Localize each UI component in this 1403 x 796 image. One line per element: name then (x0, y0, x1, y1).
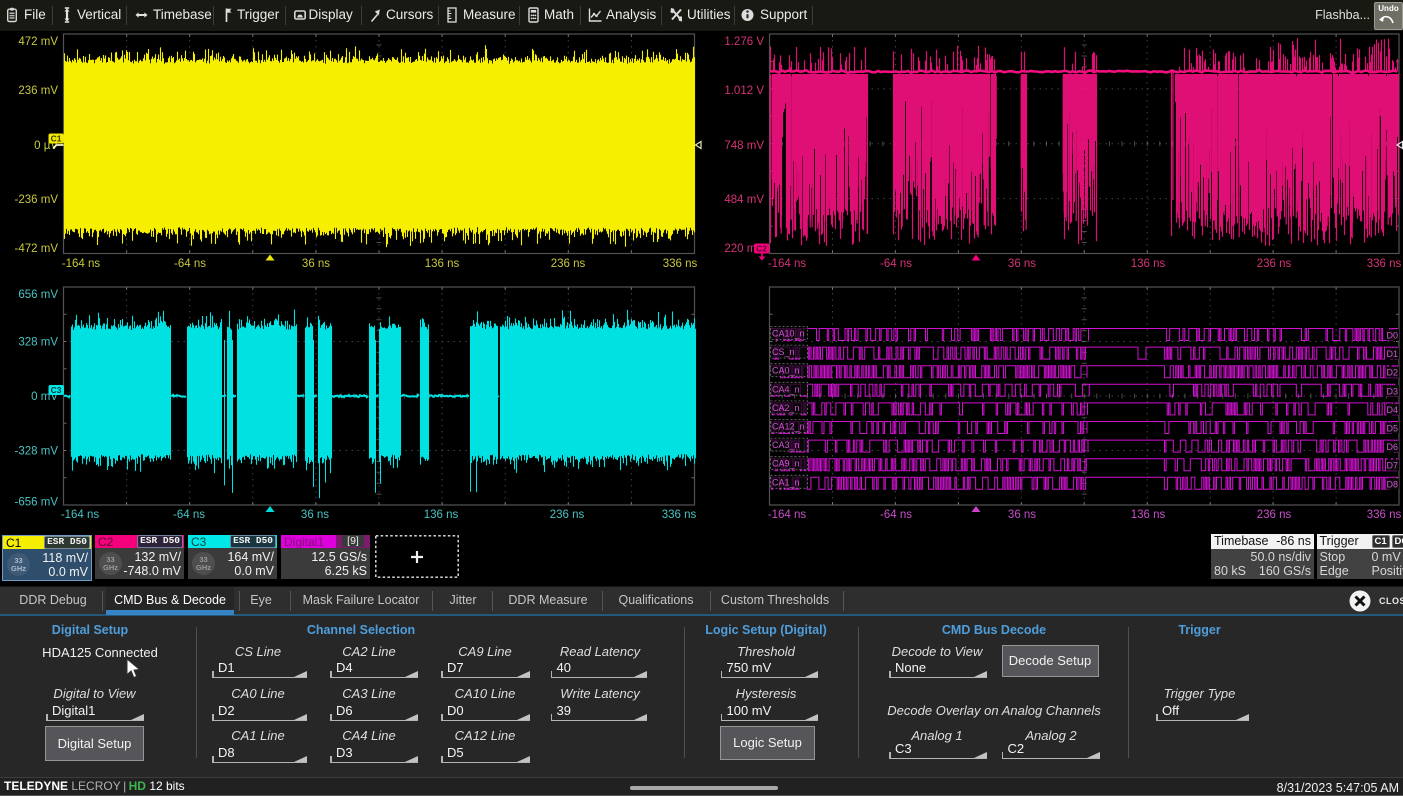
svg-text:472 mV: 472 mV (18, 36, 58, 48)
svg-text:236 ns: 236 ns (1257, 509, 1292, 521)
svg-text:-236 mV: -236 mV (15, 194, 59, 206)
svg-text:CA12_n: CA12_n (772, 422, 805, 432)
svg-text:D8: D8 (1386, 479, 1398, 489)
svg-text:136 ns: 136 ns (1131, 258, 1166, 270)
svg-text:CA3_n: CA3_n (772, 440, 800, 450)
svg-text:CA4_n: CA4_n (772, 384, 800, 394)
svg-text:656 mV: 656 mV (18, 289, 58, 301)
svg-text:D2: D2 (1386, 368, 1398, 378)
svg-text:-164 ns: -164 ns (768, 258, 807, 270)
svg-text:-164 ns: -164 ns (768, 509, 807, 521)
svg-text:D6: D6 (1386, 442, 1398, 452)
svg-text:36 ns: 36 ns (1008, 258, 1036, 270)
svg-text:336 ns: 336 ns (1367, 258, 1402, 270)
svg-text:D4: D4 (1386, 405, 1398, 415)
svg-text:236 mV: 236 mV (18, 85, 58, 97)
svg-text:-328 mV: -328 mV (15, 446, 59, 458)
svg-text:-64 ns: -64 ns (880, 509, 912, 521)
svg-text:-64 ns: -64 ns (173, 509, 205, 521)
svg-text:D5: D5 (1386, 424, 1398, 434)
svg-text:CA10_n: CA10_n (772, 329, 805, 339)
svg-text:-164 ns: -164 ns (61, 509, 100, 521)
svg-text:1.276 V: 1.276 V (724, 36, 764, 48)
svg-text:CA9_n: CA9_n (772, 459, 800, 469)
svg-text:136 ns: 136 ns (1131, 509, 1166, 521)
svg-text:-164 ns: -164 ns (62, 258, 101, 270)
svg-text:136 ns: 136 ns (425, 258, 460, 270)
svg-text:CA2_n: CA2_n (772, 403, 800, 413)
svg-text:748 mV: 748 mV (724, 140, 764, 152)
svg-text:C3: C3 (51, 385, 62, 395)
svg-text:236 ns: 236 ns (550, 509, 585, 521)
svg-text:D3: D3 (1386, 386, 1398, 396)
svg-text:D7: D7 (1386, 461, 1398, 471)
svg-text:CA1_n: CA1_n (772, 477, 800, 487)
svg-text:236 ns: 236 ns (1257, 258, 1292, 270)
svg-text:236 ns: 236 ns (551, 258, 586, 270)
svg-text:-64 ns: -64 ns (174, 258, 206, 270)
svg-text:C1: C1 (51, 134, 62, 144)
svg-text:D1: D1 (1386, 349, 1398, 359)
svg-text:1.012 V: 1.012 V (724, 85, 764, 97)
svg-text:336 ns: 336 ns (663, 258, 698, 270)
svg-text:36 ns: 36 ns (301, 509, 329, 521)
svg-text:36 ns: 36 ns (302, 258, 330, 270)
svg-text:CA0_n: CA0_n (772, 366, 800, 376)
svg-text:336 ns: 336 ns (662, 509, 697, 521)
svg-text:D0: D0 (1386, 331, 1398, 341)
svg-text:-472 mV: -472 mV (15, 243, 59, 255)
svg-text:-64 ns: -64 ns (880, 258, 912, 270)
svg-text:336 ns: 336 ns (1367, 509, 1402, 521)
svg-text:328 mV: 328 mV (18, 337, 58, 349)
svg-text:CS_n: CS_n (772, 347, 795, 357)
svg-text:-656 mV: -656 mV (15, 497, 59, 509)
svg-text:484 mV: 484 mV (724, 194, 764, 206)
svg-text:36 ns: 36 ns (1008, 509, 1036, 521)
svg-text:136 ns: 136 ns (424, 509, 459, 521)
